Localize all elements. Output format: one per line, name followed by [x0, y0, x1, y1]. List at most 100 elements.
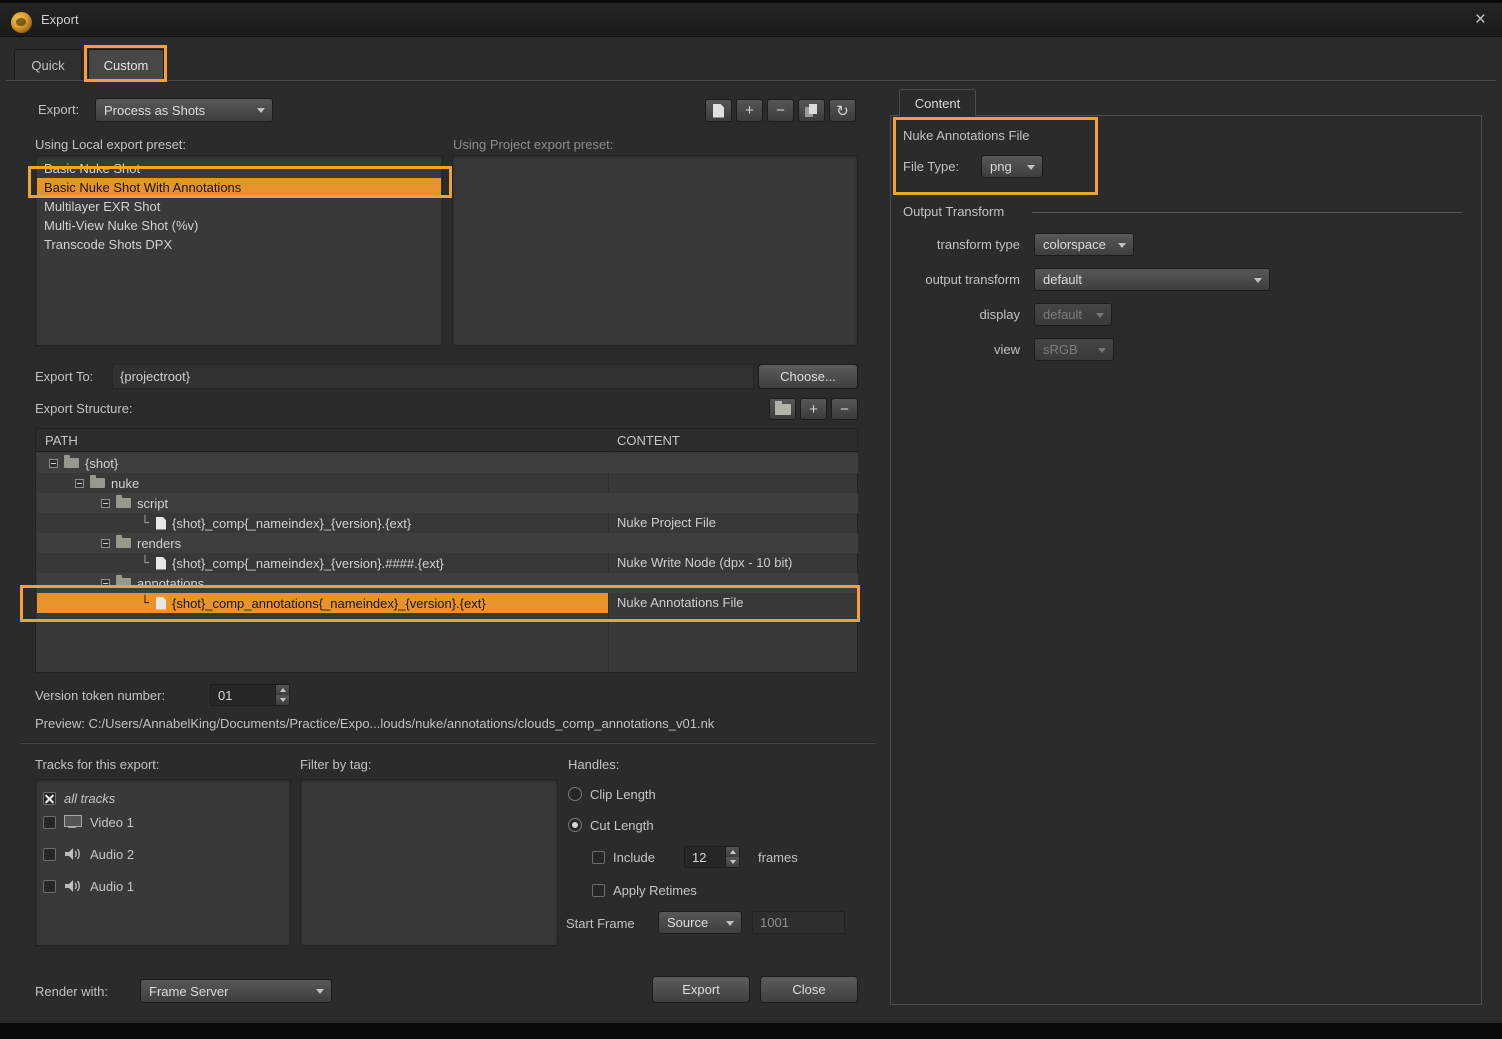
radio-off-icon[interactable]	[568, 787, 582, 801]
include-frames-stepper[interactable]: 12	[684, 846, 740, 868]
display-dropdown: default	[1034, 303, 1112, 326]
new-preset-button[interactable]	[705, 99, 732, 122]
file-type-dropdown[interactable]: png	[981, 155, 1043, 178]
structure-row-selected[interactable]: {shot}_comp_annotations{_nameindex}_{ver…	[37, 593, 858, 613]
expander-icon[interactable]	[49, 459, 58, 468]
content-column-header[interactable]: CONTENT	[608, 429, 680, 452]
stepper-down-icon[interactable]	[276, 695, 289, 705]
copy-icon	[805, 104, 819, 118]
folder-icon	[116, 498, 131, 508]
radio-on-icon[interactable]	[568, 818, 582, 832]
track-item-audio1[interactable]: Audio 1	[43, 874, 134, 898]
duplicate-preset-button[interactable]	[798, 99, 825, 122]
tracks-list: all tracks Video 1 Audio 2 Audio 1	[35, 779, 291, 946]
app-icon	[11, 12, 32, 33]
remove-preset-button[interactable]: −	[767, 99, 794, 122]
start-frame-mode-dropdown[interactable]: Source	[658, 911, 742, 934]
folder-icon	[90, 478, 105, 488]
minus-icon: −	[840, 401, 849, 418]
preset-item[interactable]: Transcode Shots DPX	[37, 235, 441, 254]
apply-retimes-checkbox[interactable]: Apply Retimes	[592, 881, 697, 899]
version-token-label: Version token number:	[35, 687, 165, 705]
preset-item[interactable]: Multilayer EXR Shot	[37, 197, 441, 216]
tree-connector	[141, 596, 153, 611]
structure-row[interactable]: {shot}_comp{_nameindex}_{version}.####.{…	[37, 553, 858, 573]
structure-row[interactable]: script	[37, 493, 858, 513]
stepper-buttons[interactable]	[275, 685, 289, 705]
revert-preset-button[interactable]: ↻	[829, 99, 856, 122]
stepper-up-icon[interactable]	[726, 847, 739, 857]
track-item-audio2[interactable]: Audio 2	[43, 842, 134, 866]
checkbox-icon[interactable]	[592, 884, 605, 897]
project-preset-label: Using Project export preset:	[453, 136, 613, 154]
checkbox-icon[interactable]	[43, 848, 56, 861]
project-preset-list[interactable]	[452, 155, 858, 346]
tree-connector	[141, 556, 153, 571]
transform-type-dropdown[interactable]: colorspace	[1034, 233, 1134, 256]
checkbox-icon[interactable]	[43, 816, 56, 829]
structure-row[interactable]: {shot}	[37, 453, 858, 473]
tree-connector	[141, 516, 153, 531]
close-button[interactable]: Close	[760, 976, 858, 1003]
add-entry-button[interactable]: +	[800, 398, 827, 420]
output-transform-label: output transform	[850, 271, 1020, 289]
track-item-video1[interactable]: Video 1	[43, 810, 134, 834]
tab-divider	[6, 80, 1496, 81]
preset-item[interactable]: Multi-View Nuke Shot (%v)	[37, 216, 441, 235]
refresh-icon: ↻	[836, 102, 849, 120]
stepper-down-icon[interactable]	[726, 857, 739, 867]
checkbox-icon[interactable]	[43, 880, 56, 893]
tracks-label: Tracks for this export:	[35, 756, 160, 774]
audio-track-icon	[64, 879, 82, 893]
track-item-all[interactable]: all tracks	[43, 788, 115, 808]
output-transform-divider	[1032, 212, 1462, 213]
add-preset-button[interactable]: +	[736, 99, 763, 122]
start-frame-value-input[interactable]: 1001	[752, 911, 845, 934]
output-transform-dropdown[interactable]: default	[1034, 268, 1270, 291]
checkbox-checked-icon[interactable]	[43, 792, 56, 805]
view-dropdown: sRGB	[1034, 338, 1114, 361]
tab-custom[interactable]: Custom	[88, 49, 164, 81]
choose-button[interactable]: Choose...	[758, 364, 858, 389]
render-with-dropdown[interactable]: Frame Server	[140, 979, 332, 1003]
tab-quick[interactable]: Quick	[14, 49, 82, 81]
close-icon[interactable]: ×	[1475, 3, 1486, 37]
structure-row[interactable]: {shot}_comp{_nameindex}_{version}.{ext} …	[37, 513, 858, 533]
structure-row[interactable]: nuke	[37, 473, 858, 493]
include-checkbox[interactable]: Include	[592, 848, 655, 866]
export-process-dropdown[interactable]: Process as Shots	[95, 98, 273, 122]
stepper-buttons[interactable]	[725, 847, 739, 867]
clip-length-radio[interactable]: Clip Length	[568, 785, 656, 803]
audio-track-icon	[64, 847, 82, 861]
expander-icon[interactable]	[101, 539, 110, 548]
file-icon	[156, 517, 166, 530]
expander-icon[interactable]	[75, 479, 84, 488]
file-icon	[156, 557, 166, 570]
structure-row[interactable]: annotations	[37, 573, 858, 593]
annotations-file-title: Nuke Annotations File	[903, 127, 1029, 145]
export-button[interactable]: Export	[652, 976, 750, 1003]
version-token-stepper[interactable]: 01	[210, 684, 290, 706]
preview-line: Preview: C:/Users/AnnabelKing/Documents/…	[35, 715, 865, 733]
add-folder-button[interactable]	[769, 398, 796, 420]
export-structure-table: PATH CONTENT {shot} nuke script {shot}_c…	[35, 428, 858, 673]
transform-type-label: transform type	[850, 236, 1020, 254]
export-to-label: Export To:	[35, 368, 93, 386]
stepper-up-icon[interactable]	[276, 685, 289, 695]
export-structure-label: Export Structure:	[35, 400, 133, 418]
export-to-path[interactable]: {projectroot}	[112, 364, 754, 389]
preset-item[interactable]: Basic Nuke Shot	[37, 159, 441, 178]
tab-content[interactable]: Content	[899, 89, 976, 116]
preset-item-selected[interactable]: Basic Nuke Shot With Annotations	[37, 178, 441, 197]
expander-icon[interactable]	[101, 579, 110, 588]
file-type-label: File Type:	[903, 158, 959, 176]
local-preset-label: Using Local export preset:	[35, 136, 186, 154]
remove-entry-button[interactable]: −	[831, 398, 858, 420]
checkbox-icon[interactable]	[592, 851, 605, 864]
path-column-header[interactable]: PATH	[36, 429, 78, 452]
cut-length-radio[interactable]: Cut Length	[568, 816, 654, 834]
structure-row[interactable]: renders	[37, 533, 858, 553]
filter-by-tag-list[interactable]	[300, 779, 558, 946]
expander-icon[interactable]	[101, 499, 110, 508]
plus-icon: +	[745, 102, 754, 119]
